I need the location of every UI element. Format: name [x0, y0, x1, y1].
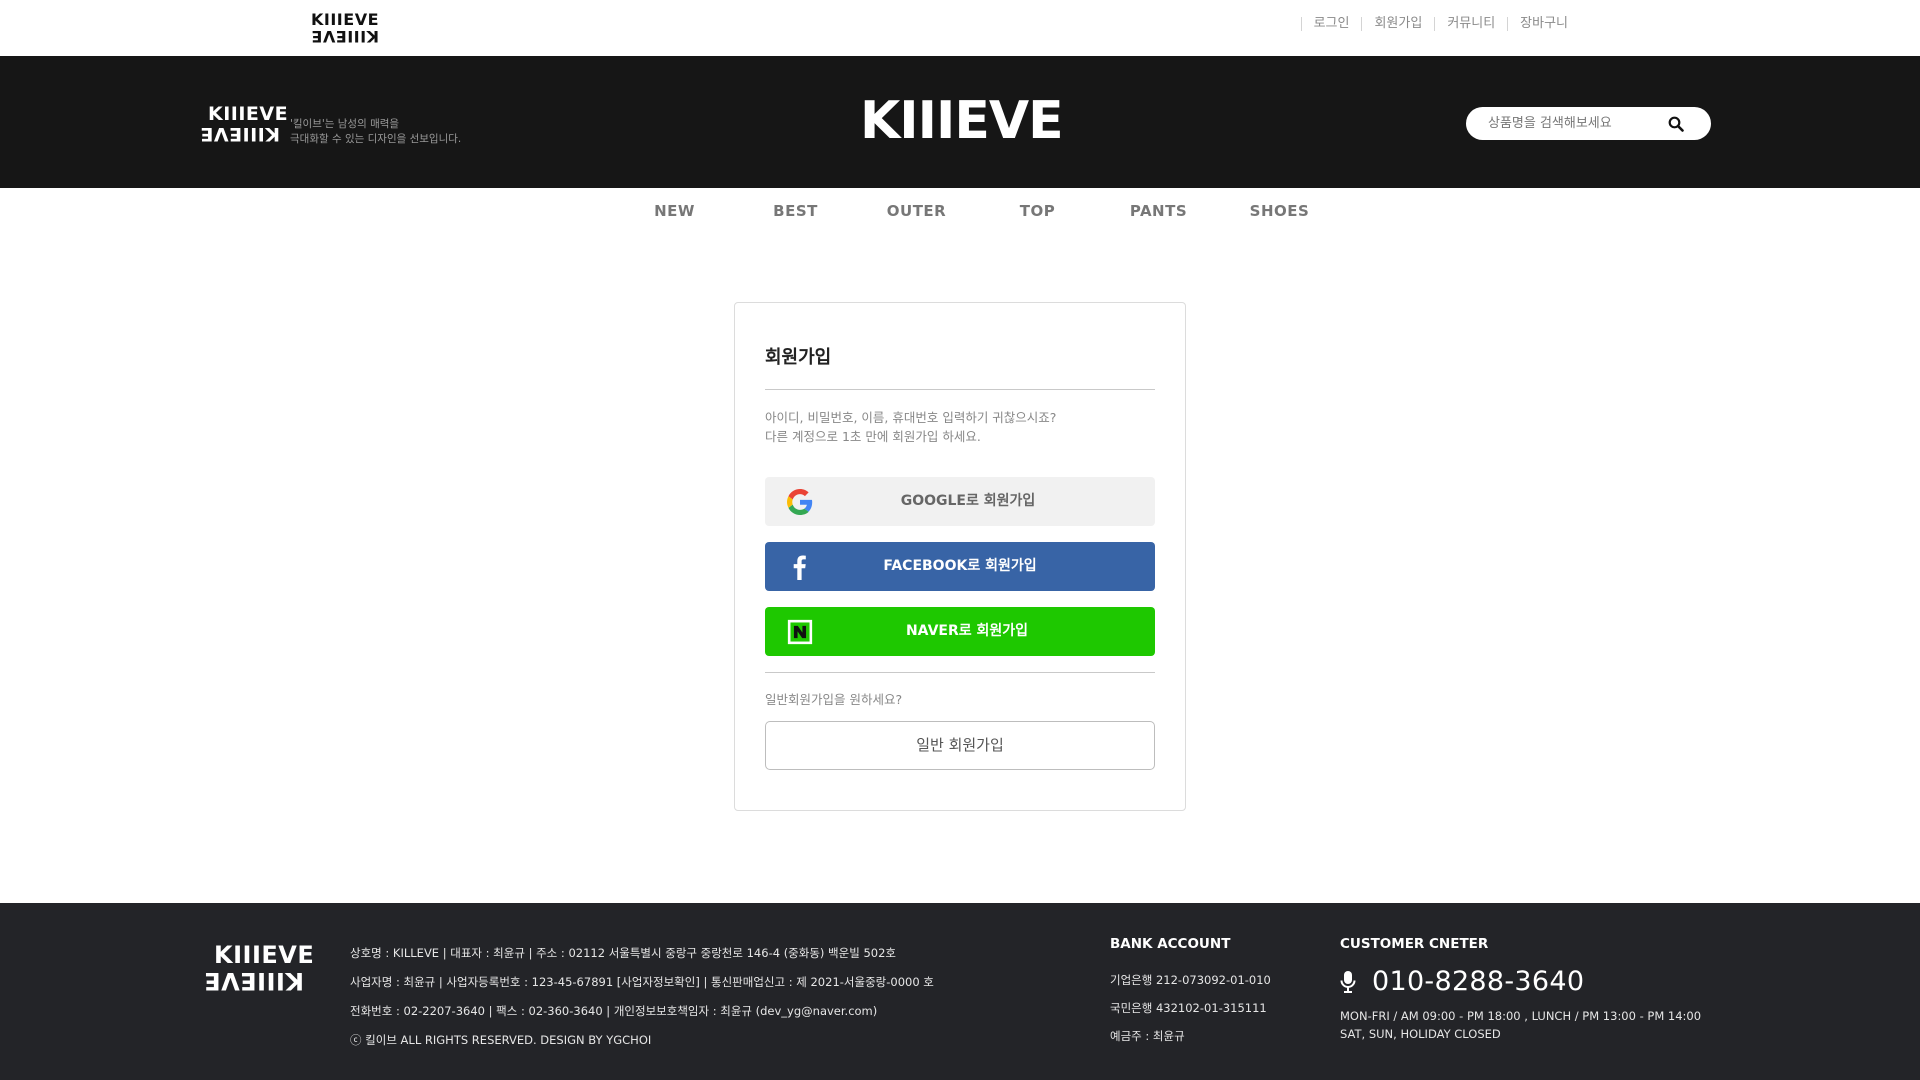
brand-mark-line1: KIIIEVE [208, 103, 289, 125]
divider [765, 672, 1155, 673]
customer-phone: 010-8288-3640 [1372, 966, 1585, 997]
general-signup-button[interactable]: 일반 회원가입 [765, 721, 1155, 770]
search-box [1466, 107, 1711, 140]
community-link[interactable]: 커뮤니티 [1434, 17, 1507, 31]
signup-title: 회원가입 [765, 347, 832, 368]
general-signup-question: 일반회원가입을 원하세요? [765, 692, 903, 707]
category-new[interactable]: NEW [614, 202, 735, 220]
cart-link[interactable]: 장바구니 [1507, 17, 1580, 31]
description-line2: 다른 계정으로 1초 만에 회원가입 하세요. [765, 429, 981, 444]
category-best[interactable]: BEST [735, 202, 856, 220]
facebook-signup-button[interactable]: FACEBOOK로 회원가입 [765, 542, 1155, 591]
top-logo-line2: KIIIEVE [311, 27, 379, 46]
bank-heading: BANK ACCOUNT [1110, 936, 1231, 952]
company-info-line: 상호명 : KILLEVE | 대표자 : 최윤규 | 주소 : 02112 서… [350, 946, 896, 960]
signup-link[interactable]: 회원가입 [1361, 17, 1434, 31]
top-logo[interactable]: KIIIEVE KIIIEVE [311, 10, 379, 46]
signup-card: 회원가입 아이디, 비밀번호, 이름, 휴대번호 입력하기 귀찮으시죠? 다른 … [734, 302, 1186, 811]
footer-logo-line2: KIIIEVE [203, 967, 304, 995]
customer-center: CUSTOMER CNETER 010-8288-3640 MON-FRI / … [1340, 936, 1740, 1043]
naver-signup-button[interactable]: NAVER로 회원가입 [765, 607, 1155, 656]
footer: KIIIEVE KIIIEVE 상호명 : KILLEVE | 대표자 : 최윤… [0, 903, 1920, 1080]
company-info: 상호명 : KILLEVE | 대표자 : 최윤규 | 주소 : 02112 서… [350, 939, 1110, 1055]
business-hours: MON-FRI / AM 09:00 - PM 18:00 , LUNCH / … [1340, 1007, 1740, 1043]
utility-links: 로그인 회원가입 커뮤니티 장바구니 [1300, 17, 1580, 31]
brand-tagline: '킬이브'는 남성의 매력을 극대화할 수 있는 디자인을 선보입니다. [290, 117, 490, 147]
category-pants[interactable]: PANTS [1098, 202, 1219, 220]
login-link[interactable]: 로그인 [1300, 17, 1362, 31]
footer-logo-line1: KIIIEVE [214, 941, 315, 969]
footer-logo[interactable]: KIIIEVE KIIIEVE [203, 941, 315, 996]
company-info-line: 사업자명 : 최윤규 | 사업자등록번호 : 123-45-67891 [사업자… [350, 975, 934, 989]
signup-description: 아이디, 비밀번호, 이름, 휴대번호 입력하기 귀찮으시죠? 다른 계정으로 … [765, 408, 1155, 446]
naver-signup-label: NAVER로 회원가입 [905, 623, 1029, 639]
bank-line: 국민은행 432102-01-315111 [1110, 1001, 1267, 1015]
main-logo[interactable]: KIIIEVE [860, 90, 1064, 152]
hours-line2: SAT, SUN, HOLIDAY CLOSED [1340, 1027, 1501, 1041]
bank-line: 예금주 : 최윤규 [1110, 1029, 1185, 1043]
tagline-line1: '킬이브'는 남성의 매력을 [290, 118, 400, 130]
search-input[interactable] [1488, 107, 1658, 140]
google-signup-button[interactable]: GOOGLE로 회원가입 [765, 477, 1155, 526]
category-top[interactable]: TOP [977, 202, 1098, 220]
divider [765, 389, 1155, 390]
brand-mark-line2: KIIIEVE [199, 123, 280, 145]
top-utility-bar: KIIIEVE KIIIEVE 로그인 회원가입 커뮤니티 장바구니 [0, 0, 1920, 56]
facebook-signup-label: FACEBOOK로 회원가입 [883, 558, 1037, 574]
tagline-line2: 극대화할 수 있는 디자인을 선보입니다. [290, 133, 462, 145]
category-outer[interactable]: OUTER [856, 202, 977, 220]
google-signup-label: GOOGLE로 회원가입 [900, 493, 1036, 509]
company-info-line: 전화번호 : 02-2207-3640 | 팩스 : 02-360-3640 |… [350, 1004, 878, 1018]
main-header: KIIIEVE KIIIEVE '킬이브'는 남성의 매력을 극대화할 수 있는… [0, 56, 1920, 188]
brand-mark[interactable]: KIIIEVE KIIIEVE [199, 103, 289, 145]
bank-line: 기업은행 212-073092-01-010 [1110, 973, 1271, 987]
description-line1: 아이디, 비밀번호, 이름, 휴대번호 입력하기 귀찮으시죠? [765, 410, 1057, 425]
search-button[interactable] [1664, 113, 1688, 135]
copyright: ⓒ 킬이브 ALL RIGHTS RESERVED. DESIGN BY YGC… [350, 1033, 652, 1047]
bank-account: BANK ACCOUNT 기업은행 212-073092-01-010 국민은행… [1110, 936, 1310, 1050]
hours-line1: MON-FRI / AM 09:00 - PM 18:00 , LUNCH / … [1340, 1009, 1702, 1023]
top-logo-line1: KIIIEVE [311, 10, 379, 29]
customer-center-heading: CUSTOMER CNETER [1340, 936, 1489, 952]
search-icon [1668, 116, 1684, 132]
category-shoes[interactable]: SHOES [1219, 202, 1340, 220]
phone-row: 010-8288-3640 [1340, 966, 1740, 997]
microphone-icon [1340, 970, 1356, 993]
category-nav: NEW BEST OUTER TOP PANTS SHOES [0, 188, 1920, 238]
